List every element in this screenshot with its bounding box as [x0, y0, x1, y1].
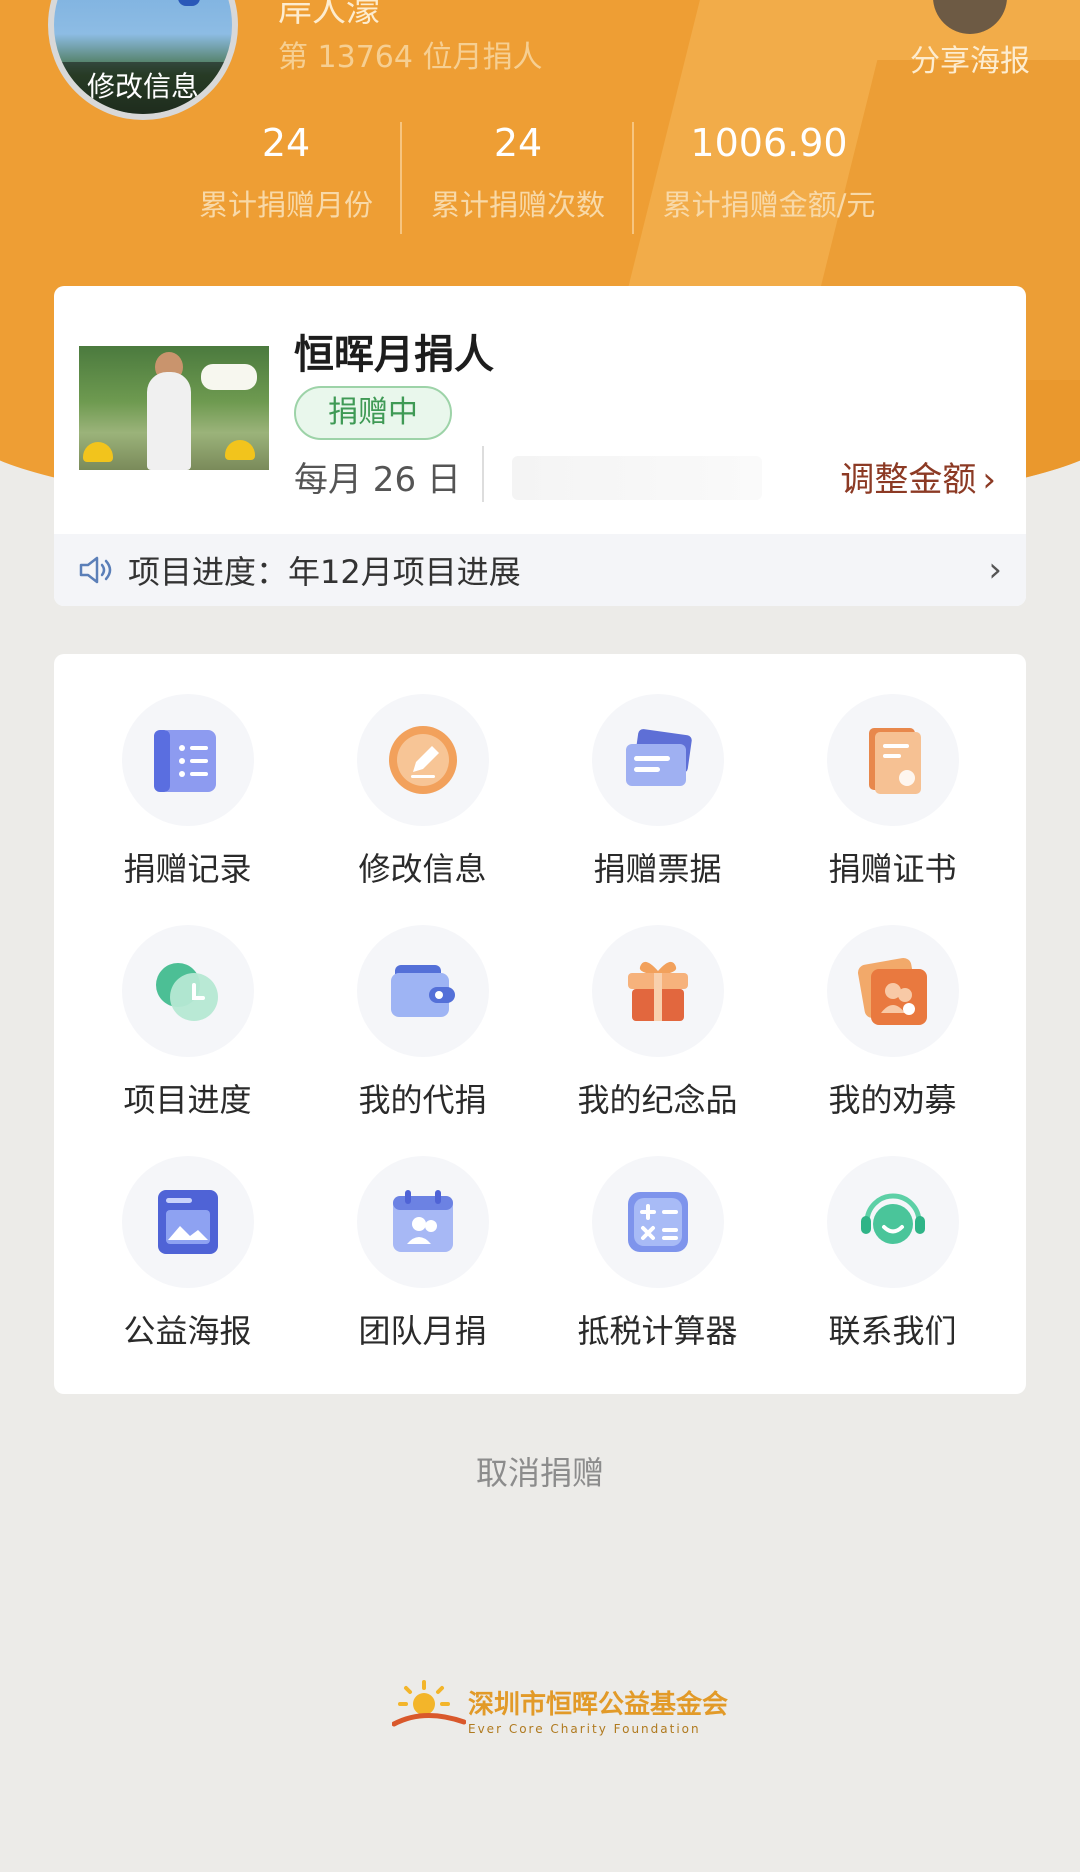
- grid-item-label: 捐赠票据: [593, 850, 722, 888]
- grid-item-label: 联系我们: [828, 1312, 957, 1350]
- stat-value: 24: [261, 121, 311, 165]
- grid-item-donation-record[interactable]: 捐赠记录: [70, 694, 305, 925]
- grid-item-label: 抵税计算器: [577, 1312, 738, 1350]
- grid-item-donation-receipt[interactable]: 捐赠票据: [540, 694, 775, 925]
- grid-item-poster[interactable]: 公益海报: [70, 1156, 305, 1387]
- icon-background: [826, 1156, 959, 1288]
- customer-service-icon: [860, 1193, 925, 1244]
- stat-label: 累计捐赠月份: [198, 188, 373, 222]
- grid-item-label: 我的纪念品: [577, 1081, 738, 1119]
- grid-item-label: 团队月捐: [358, 1312, 487, 1350]
- fundraise-icon: [857, 957, 927, 1025]
- icon-background: [356, 1156, 489, 1288]
- share-icon: [933, 0, 1007, 34]
- wallet-icon: [390, 965, 455, 1017]
- cancel-donation-button[interactable]: 取消捐赠: [0, 1448, 1080, 1494]
- stat-label: 累计捐赠次数: [430, 188, 605, 222]
- poster-icon: [157, 1190, 218, 1254]
- grid-item-label: 我的代捐: [358, 1081, 487, 1119]
- project-photo: [79, 346, 269, 470]
- donation-receipt-icon: [625, 729, 692, 786]
- stat-label: 累计捐赠金额/元: [662, 188, 876, 222]
- divider: [482, 446, 484, 502]
- grid-item-label: 公益海报: [123, 1312, 252, 1350]
- status-badge: 捐赠中: [294, 386, 452, 440]
- stat-times: 24 累计捐赠次数: [400, 118, 634, 234]
- speaker-icon: [79, 556, 112, 584]
- icon-background: [826, 925, 959, 1057]
- icon-background: [591, 925, 724, 1057]
- grid-item-label: 我的劝募: [828, 1081, 957, 1119]
- grid-item-label: 捐赠记录: [123, 850, 252, 888]
- project-card[interactable]: 恒晖月捐人 捐赠中 每月 26 日 调整金额 › 项目进度：年12月项目进展 ›: [54, 286, 1026, 606]
- project-progress-icon: [155, 963, 218, 1021]
- foundation-name-cn: 深圳市恒晖公益基金会: [468, 1690, 729, 1720]
- icon-background: [121, 925, 254, 1057]
- calculator-icon: [627, 1192, 688, 1252]
- team-calendar-icon: [392, 1190, 453, 1252]
- icon-background: [356, 925, 489, 1057]
- share-poster-button[interactable]: 分享海报: [900, 0, 1040, 80]
- photo-sign: [201, 364, 257, 390]
- grid-item-label: 捐赠证书: [828, 850, 957, 888]
- chevron-right-icon: ›: [988, 550, 1002, 590]
- foundation-logo: 深圳市恒晖公益基金会 Ever Core Charity Foundation: [392, 1676, 728, 1746]
- adjust-amount-label: 调整金额: [840, 460, 977, 500]
- donation-stats: 24 累计捐赠月份 24 累计捐赠次数 1006.90 累计捐赠金额/元: [170, 118, 920, 234]
- redacted-amount: [512, 456, 762, 500]
- photo-person: [147, 372, 191, 470]
- grid-item-fundraise[interactable]: 我的劝募: [775, 925, 1010, 1156]
- icon-background: [356, 694, 489, 826]
- donor-rank: 第 13764 位月捐人: [278, 40, 543, 75]
- sun-logo-icon: [392, 1680, 466, 1727]
- grid-item-label: 项目进度: [123, 1081, 252, 1119]
- edit-info-icon: [388, 726, 457, 794]
- grid-item-label: 修改信息: [358, 850, 487, 888]
- photo-child-hat: [83, 442, 113, 462]
- icon-background: [591, 694, 724, 826]
- progress-text: 项目进度：年12月项目进展: [128, 553, 521, 591]
- avatar-photo-figure: [178, 0, 200, 6]
- stat-amount: 1006.90 累计捐赠金额/元: [632, 118, 904, 234]
- icon-background: [121, 694, 254, 826]
- icon-background: [826, 694, 959, 826]
- donation-record-icon: [153, 730, 216, 792]
- icon-background: [591, 1156, 724, 1288]
- foundation-name-en: Ever Core Charity Foundation: [468, 1722, 701, 1736]
- certificate-icon: [868, 728, 921, 794]
- stat-value: 24: [493, 121, 543, 165]
- stat-months: 24 累计捐赠月份: [170, 118, 402, 224]
- project-progress-bar[interactable]: 项目进度：年12月项目进展 ›: [54, 534, 1026, 606]
- project-title: 恒晖月捐人: [294, 332, 494, 378]
- chevron-right-icon: ›: [982, 460, 996, 500]
- donation-date: 每月 26 日: [294, 460, 461, 500]
- grid-item-project-progress[interactable]: 项目进度: [70, 925, 305, 1156]
- grid-item-proxy-donation[interactable]: 我的代捐: [305, 925, 540, 1156]
- share-poster-label: 分享海报: [910, 44, 1030, 79]
- grid-item-team-monthly[interactable]: 团队月捐: [305, 1156, 540, 1387]
- avatar-edit-label[interactable]: 修改信息: [54, 62, 232, 114]
- icon-background: [121, 1156, 254, 1288]
- grid-item-tax-calculator[interactable]: 抵税计算器: [540, 1156, 775, 1387]
- grid-item-souvenir[interactable]: 我的纪念品: [540, 925, 775, 1156]
- grid-item-certificate[interactable]: 捐赠证书: [775, 694, 1010, 925]
- user-name: 岸人濛: [278, 0, 380, 30]
- photo-child-hat: [225, 440, 255, 460]
- gift-icon: [627, 961, 688, 1021]
- avatar[interactable]: 修改信息: [48, 0, 238, 120]
- adjust-amount-button[interactable]: 调整金额 ›: [840, 452, 996, 501]
- grid-item-contact-us[interactable]: 联系我们: [775, 1156, 1010, 1387]
- function-grid: 捐赠记录 修改信息 捐赠票据 捐赠证书 项目进度 我的代捐 我的纪念品 我的劝募…: [54, 654, 1026, 1394]
- stat-value: 1006.90: [690, 121, 848, 165]
- grid-item-edit-info[interactable]: 修改信息: [305, 694, 540, 925]
